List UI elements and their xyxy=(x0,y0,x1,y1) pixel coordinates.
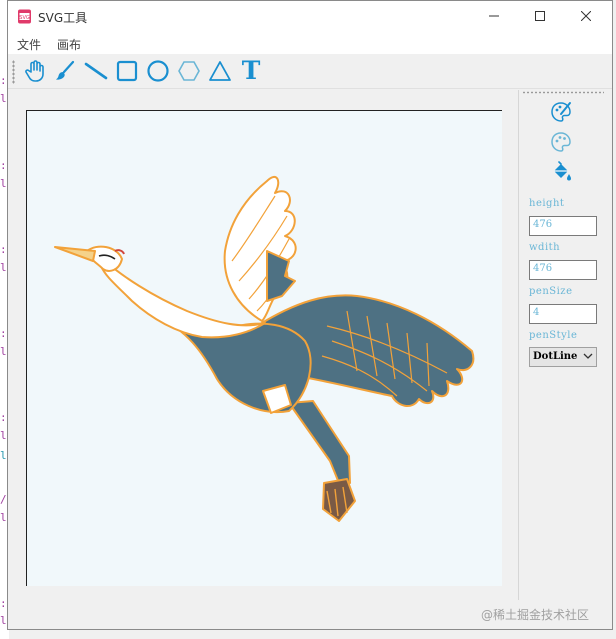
hand-icon xyxy=(25,60,44,82)
pen-style-select[interactable]: DotLine xyxy=(529,347,597,367)
triangle-tool-button[interactable] xyxy=(207,58,233,84)
drawing-canvas[interactable] xyxy=(26,110,502,586)
line-tool-button[interactable] xyxy=(83,58,109,84)
palette-icon xyxy=(551,132,571,152)
menu-file[interactable]: 文件 xyxy=(17,36,41,53)
text-tool-icon: T xyxy=(241,56,261,85)
triangle-icon xyxy=(209,61,231,81)
polygon-tool-button[interactable] xyxy=(176,58,202,84)
fill-palette-button[interactable] xyxy=(550,131,572,153)
watermark: @稀土掘金技术社区 xyxy=(481,608,590,622)
rectangle-tool-button[interactable] xyxy=(114,58,140,84)
menu-bar: 文件 画布 xyxy=(8,31,612,54)
height-input[interactable]: 476 xyxy=(529,216,597,236)
rectangle-icon xyxy=(116,60,138,82)
hexagon-icon xyxy=(178,61,200,81)
canvas-area[interactable] xyxy=(12,90,514,600)
hand-tool-button[interactable] xyxy=(22,58,48,84)
color-palette-brush-icon xyxy=(551,102,571,122)
pen-style-value: DotLine xyxy=(533,351,578,362)
toolbar-grip[interactable] xyxy=(12,60,15,84)
stroke-color-button[interactable] xyxy=(550,101,572,123)
close-icon xyxy=(581,11,591,21)
width-input[interactable]: 476 xyxy=(529,260,597,280)
svg-tool-window: SVG SVG工具 文件 画布 T height 476 wdith 476 p… xyxy=(7,0,613,630)
side-panel-grip[interactable] xyxy=(522,91,604,94)
title-bar: SVG SVG工具 xyxy=(8,1,612,31)
brush-tool-button[interactable] xyxy=(52,58,78,84)
circle-icon xyxy=(147,60,169,82)
circle-tool-button[interactable] xyxy=(145,58,171,84)
brush-icon xyxy=(56,60,75,80)
pen-style-label: penStyle xyxy=(529,330,578,341)
pen-size-input[interactable]: 4 xyxy=(529,304,597,324)
text-tool-button[interactable]: T xyxy=(238,58,264,84)
toolbar: T xyxy=(8,54,612,89)
width-label: wdith xyxy=(529,242,561,253)
svg-app-icon: SVG xyxy=(18,9,31,24)
height-label: height xyxy=(529,198,565,209)
panel-separator xyxy=(518,90,519,600)
flying-crane-illustration xyxy=(54,175,475,522)
menu-canvas[interactable]: 画布 xyxy=(57,36,81,53)
minimize-button[interactable] xyxy=(471,1,517,31)
window-title: SVG工具 xyxy=(38,11,88,25)
fill-bucket-button[interactable] xyxy=(550,161,572,183)
paint-bucket-icon xyxy=(554,161,571,181)
app-icon-text: SVG xyxy=(19,15,30,21)
maximize-button[interactable] xyxy=(517,1,563,31)
line-icon xyxy=(84,62,108,80)
minimize-icon xyxy=(489,15,499,17)
chevron-down-icon xyxy=(583,353,593,359)
maximize-icon xyxy=(535,11,545,21)
pen-size-label: penSize xyxy=(529,286,573,297)
close-button[interactable] xyxy=(563,1,609,31)
